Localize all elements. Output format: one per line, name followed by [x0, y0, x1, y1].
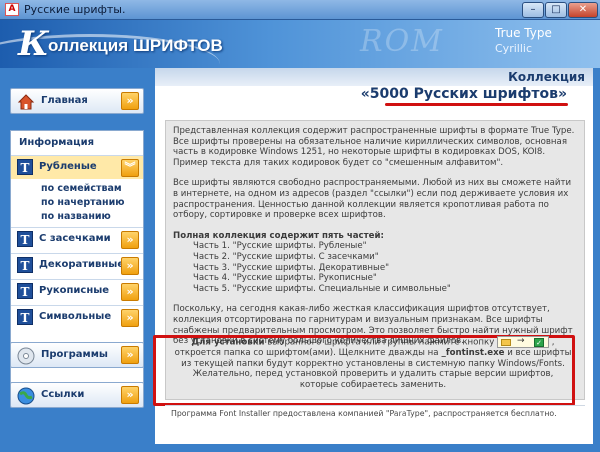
- sidebar-item-handwritten[interactable]: T Рукописные »: [11, 279, 143, 303]
- header-banner: К оллекция ШРИФТОВ ROM True Type Cyrilli…: [0, 20, 600, 68]
- minimize-button[interactable]: –: [522, 2, 544, 18]
- page-title: «5000 Русских шрифтов»: [360, 86, 567, 102]
- font-t-icon: T: [17, 257, 33, 273]
- sidebar-item-links[interactable]: Ссылки »: [10, 382, 144, 408]
- close-button[interactable]: ✕: [568, 2, 598, 18]
- paragraph: Все шрифты являются свободно распростран…: [173, 178, 572, 221]
- install-bold: Для установки: [191, 337, 265, 348]
- main-content: Коллекция «5000 Русских шрифтов» Предста…: [153, 68, 593, 444]
- paragraph: Представленная коллекция содержит распро…: [173, 126, 575, 168]
- list-item: Часть 1. "Русские шрифты. Рубленые": [193, 241, 367, 252]
- install-text: выбранного шрифта или группы нажмите кно…: [264, 337, 495, 348]
- chevron-right-icon: »: [121, 283, 139, 301]
- sidebar-item-label: Декоративные: [39, 259, 125, 270]
- chevron-right-icon: »: [121, 231, 139, 249]
- sidebar-link-by-style[interactable]: по начертанию: [41, 197, 125, 208]
- list-item: Часть 2. "Русские шрифты. С засечками": [193, 251, 379, 262]
- sidebar-item-label: Программы: [41, 349, 108, 360]
- app-window: А Русские шрифты. – □ ✕ К оллекция ШРИФТ…: [0, 0, 600, 452]
- font-t-icon: T: [17, 309, 33, 325]
- title-underline: [385, 103, 568, 106]
- sidebar-item-label: С засечками: [39, 233, 111, 244]
- sidebar-item-symbol[interactable]: T Символьные »: [11, 305, 143, 329]
- sidebar-item-label: Рукописные: [39, 285, 110, 296]
- install-button-image: → ✓: [497, 336, 550, 348]
- sidebar-item-label: Рубленые: [39, 161, 97, 172]
- cd-icon: [17, 347, 35, 365]
- banner-background-word: ROM: [360, 24, 444, 59]
- font-t-icon: T: [17, 231, 33, 247]
- sidebar-item-label: Ссылки: [41, 389, 85, 400]
- parts-heading: Полная коллекция содержит пять частей:: [173, 230, 384, 241]
- breadcrumb-label: Коллекция: [508, 70, 585, 84]
- list-item: Часть 4. "Русские шрифты. Рукописные": [193, 273, 377, 284]
- app-icon: А: [5, 3, 19, 16]
- watermark: coffee.ru: [360, 408, 477, 438]
- list-item: Часть 3. "Русские шрифты. Декоративные": [193, 262, 390, 273]
- logo-text: оллекция ШРИФТОВ: [48, 36, 223, 55]
- chevron-right-icon: »: [121, 92, 139, 110]
- chevron-right-icon: »: [121, 346, 139, 364]
- arrow-right-icon: →: [517, 336, 525, 346]
- sidebar-item-info[interactable]: Информация: [19, 137, 94, 148]
- font-t-icon: T: [17, 159, 33, 175]
- sidebar-item-serif[interactable]: T С засечками »: [11, 227, 143, 251]
- list-item: Часть 5. "Русские шрифты. Специальные и …: [193, 283, 451, 294]
- chevron-right-icon: »: [121, 386, 139, 404]
- install-filename: _fontinst.exe: [438, 348, 505, 359]
- logo-letter: К: [18, 24, 49, 64]
- chevron-right-icon: »: [121, 309, 139, 327]
- house-icon: [17, 94, 35, 110]
- install-instructions: Для установки выбранного шрифта или груп…: [173, 336, 573, 402]
- title-bar[interactable]: А Русские шрифты. – □ ✕: [0, 0, 600, 20]
- window-title: Русские шрифты.: [24, 3, 126, 16]
- maximize-button[interactable]: □: [545, 2, 567, 18]
- chevron-down-icon: ︾: [121, 159, 139, 177]
- sidebar-item-decorative[interactable]: T Декоративные »: [11, 253, 143, 277]
- globe-icon: [17, 387, 35, 405]
- sidebar-link-by-family[interactable]: по семействам: [41, 183, 122, 194]
- chevron-right-icon: »: [121, 257, 139, 275]
- cyrillic-label: Cyrillic: [495, 42, 532, 55]
- sidebar-item-home[interactable]: Главная »: [10, 88, 144, 114]
- font-t-icon: T: [17, 283, 33, 299]
- sidebar-item-programs[interactable]: Программы »: [10, 342, 144, 368]
- sidebar-item-rublenye[interactable]: T Рубленые ︾: [11, 155, 143, 179]
- truetype-label: True Type: [495, 26, 552, 40]
- sidebar-item-label: Главная: [41, 95, 88, 106]
- folder-icon: [501, 339, 512, 346]
- sidebar-item-label: Символьные: [39, 311, 112, 322]
- sidebar-link-by-name[interactable]: по названию: [41, 211, 111, 222]
- breadcrumb: Коллекция: [155, 68, 593, 86]
- check-icon: ✓: [534, 338, 545, 347]
- sidebar: Главная » Информация T Рубленые ︾ по сем…: [0, 68, 155, 452]
